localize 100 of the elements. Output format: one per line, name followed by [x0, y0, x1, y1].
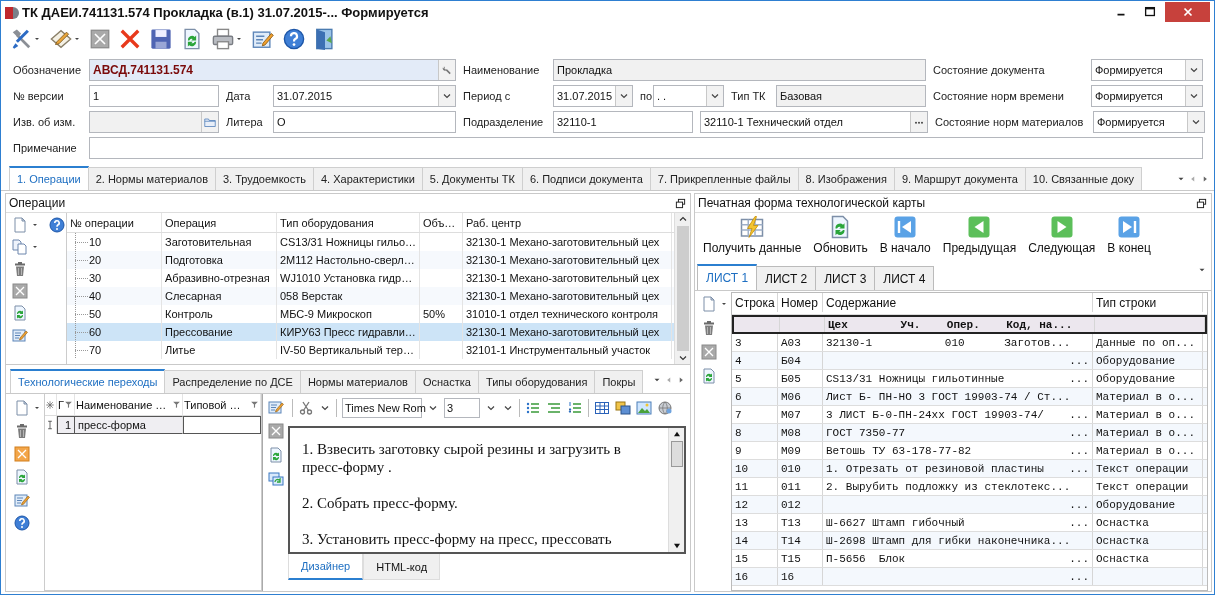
dropdown-field[interactable]: Формируется	[1091, 85, 1203, 107]
tab[interactable]: 3. Трудоемкость	[215, 167, 314, 190]
table-row[interactable]: 70 Литье IV-50 Вертикальный тер… 32101-1 Инструментальный участок	[67, 341, 674, 359]
tab[interactable]: Покры	[594, 370, 644, 393]
dropdown-field[interactable]: 31.07.2015	[273, 85, 456, 107]
new-document-icon[interactable]	[701, 296, 717, 312]
edit-icon[interactable]	[12, 327, 28, 343]
scroll-thumb[interactable]	[676, 226, 689, 351]
text-field[interactable]: Базовая	[776, 85, 926, 107]
align-icon[interactable]	[546, 400, 562, 416]
new-document-icon[interactable]	[12, 217, 28, 233]
tab[interactable]: 8. Изображения	[797, 167, 895, 190]
table-row[interactable]: 20 Подготовка 2М112 Настольно-сверл… 32130-1 Механо-заготовительный цех	[67, 251, 674, 269]
table-row[interactable]: 14 Т14 Ш-2698 Штамп для гибки наконечника... Оснастка	[732, 532, 1207, 550]
table-row[interactable]: 4 Б04 ... Оборудование	[732, 352, 1207, 370]
cancel-icon[interactable]	[90, 29, 110, 49]
help-icon[interactable]	[14, 515, 30, 531]
tools-icon[interactable]	[10, 28, 32, 50]
caret-icon[interactable]	[73, 35, 81, 43]
refresh-icon[interactable]	[181, 28, 203, 50]
filter-icon[interactable]	[172, 400, 181, 409]
refresh-icon[interactable]	[701, 368, 717, 384]
delete-icon[interactable]	[119, 28, 141, 50]
cancel-icon[interactable]	[12, 283, 28, 299]
table-row[interactable]: 40 Слесарная 058 Верстак 32130-1 Механо-заготовительный цех	[67, 287, 674, 305]
image-icon[interactable]	[636, 400, 652, 416]
trash-icon[interactable]	[12, 261, 28, 277]
column-header[interactable]: Г	[58, 398, 64, 411]
globe-icon[interactable]	[657, 400, 673, 416]
toolbar-button[interactable]: В конец	[1101, 215, 1157, 257]
table-row[interactable]: 6 М06 Лист Б- ПН-НО 3 ГОСТ 19903-74 / Ст... Материал в о...	[732, 388, 1207, 406]
tab[interactable]: 9. Маршрут документа	[893, 167, 1026, 190]
tab[interactable]: Нормы материалов	[299, 370, 416, 393]
tab[interactable]: 1. Операции	[9, 166, 89, 190]
refresh-icon[interactable]	[14, 469, 30, 485]
scrollbar[interactable]	[674, 213, 690, 364]
cancel-icon[interactable]	[701, 344, 717, 360]
cancel-icon[interactable]	[14, 446, 30, 462]
scroll-thumb[interactable]	[670, 441, 683, 467]
edit-icon[interactable]	[252, 28, 274, 50]
table-cell[interactable]	[183, 416, 261, 434]
text-field[interactable]: О	[273, 111, 456, 133]
bullet-list-icon[interactable]	[525, 400, 541, 416]
lookup-field[interactable]: 32110-1 Технический отдел	[700, 111, 928, 133]
text-field[interactable]: 32110-1	[553, 111, 693, 133]
filter-icon[interactable]	[64, 400, 73, 409]
caret-icon[interactable]	[720, 300, 728, 308]
column-header[interactable]: № операции	[67, 213, 162, 232]
text-field[interactable]	[89, 137, 1203, 159]
tab[interactable]: HTML-код	[363, 554, 441, 580]
cancel-icon[interactable]	[268, 423, 284, 439]
help-icon[interactable]	[283, 28, 305, 50]
table-row[interactable]: 12 012 ... Оборудование	[732, 496, 1207, 514]
copy-icon[interactable]	[12, 239, 28, 255]
tab[interactable]: ЛИСТ 1	[697, 264, 758, 290]
tab[interactable]: Оснастка	[414, 370, 479, 393]
caret-icon[interactable]	[31, 221, 39, 229]
tab[interactable]: 4. Характеристики	[313, 167, 423, 190]
dropdown-field[interactable]: Формируется	[1091, 59, 1203, 81]
column-header[interactable]: Объ…	[420, 213, 463, 232]
filter-icon[interactable]	[250, 400, 259, 409]
caret-icon[interactable]	[235, 35, 243, 43]
dropdown-field[interactable]: Формируется	[1093, 111, 1205, 133]
folder-icon[interactable]	[204, 116, 216, 128]
skip-start-icon[interactable]	[893, 215, 918, 239]
file-field[interactable]	[89, 111, 219, 133]
copy-icon[interactable]	[268, 471, 284, 487]
tab[interactable]: 2. Нормы материалов	[87, 167, 216, 190]
tab[interactable]: 10. Связанные доку	[1024, 167, 1143, 190]
caret-icon[interactable]	[33, 404, 41, 412]
column-header[interactable]: Типовой …	[184, 398, 241, 411]
table-row[interactable]: 16 16 ...	[732, 568, 1207, 586]
table-icon[interactable]	[740, 215, 765, 239]
refresh-icon[interactable]	[12, 305, 28, 321]
dropdown-field[interactable]: . .	[653, 85, 724, 107]
edit-icon[interactable]	[268, 399, 284, 415]
cut-icon[interactable]	[298, 400, 314, 416]
table-row[interactable]: 8 М08 ГОСТ 7350-77 ... Материал в о...	[732, 424, 1207, 442]
pencil-icon[interactable]	[50, 28, 72, 50]
size-dropdown[interactable]: 3	[444, 398, 480, 418]
exit-icon[interactable]	[314, 28, 336, 50]
trash-icon[interactable]	[701, 320, 717, 336]
tab[interactable]: Дизайнер	[288, 554, 364, 580]
tab[interactable]: ЛИСТ 2	[756, 266, 817, 290]
column-header[interactable]: Строка	[732, 293, 778, 312]
scrollbar[interactable]	[668, 428, 684, 552]
toolbar-button[interactable]: Получить данные	[697, 215, 808, 257]
dropdown-field[interactable]: 31.07.2015	[553, 85, 633, 107]
column-header[interactable]: Наименование …	[76, 398, 167, 411]
restore-window-icon[interactable]	[675, 197, 686, 209]
table-row[interactable]: 60 Прессование КИРУ63 Пресс гидравли… 32130-1 Механо-заготовительный цех	[67, 323, 674, 341]
lookup-field[interactable]: АВСД.741131.574	[89, 59, 456, 81]
column-header[interactable]: Операция	[162, 213, 277, 232]
table-icon[interactable]	[594, 400, 610, 416]
help-icon[interactable]	[49, 217, 65, 233]
text-field[interactable]: Прокладка	[553, 59, 926, 81]
refresh-icon[interactable]	[268, 447, 284, 463]
table-row[interactable]: Цех Уч. Опер. Код, на...	[732, 315, 1207, 334]
tab[interactable]: 5. Документы ТК	[421, 167, 523, 190]
next-icon[interactable]	[1049, 215, 1074, 239]
